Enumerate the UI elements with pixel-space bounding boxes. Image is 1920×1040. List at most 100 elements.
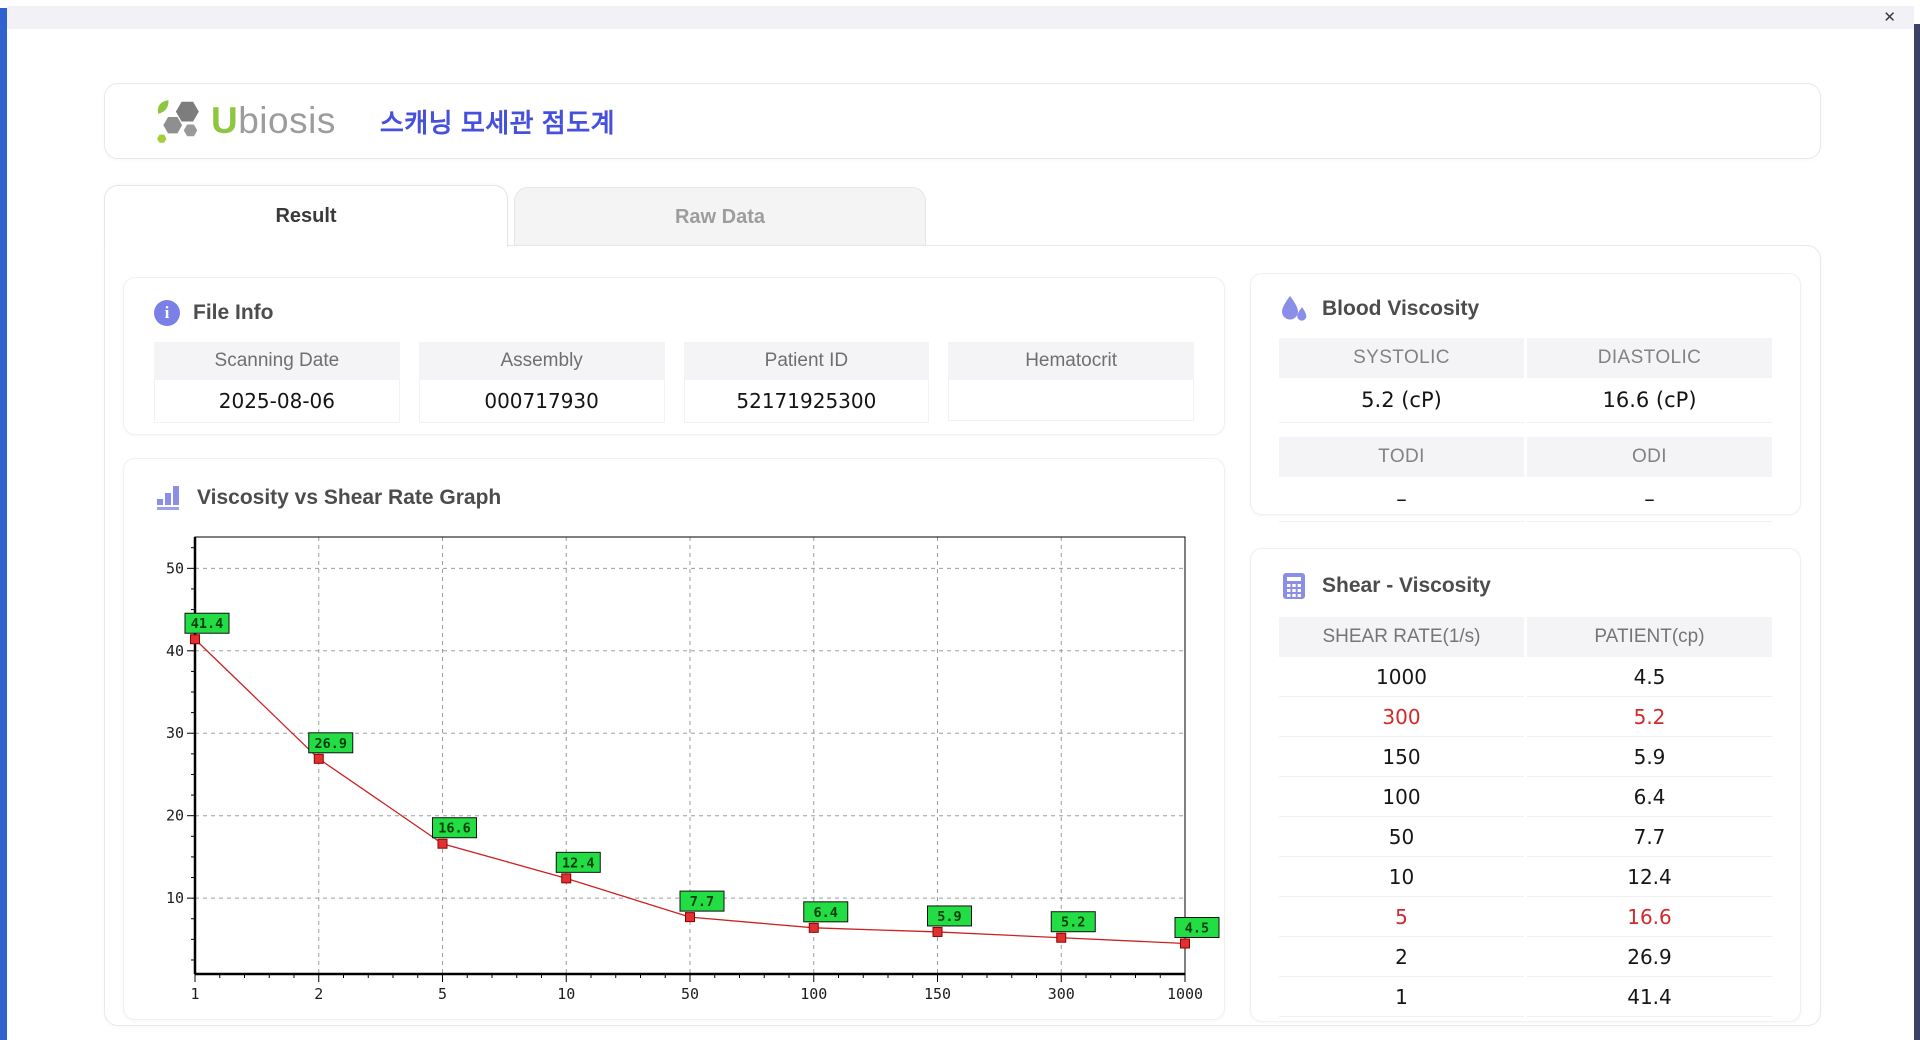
shear-table-row: 10 12.4 [1279, 857, 1772, 897]
svg-text:30: 30 [166, 724, 184, 742]
file-info-field: Assembly 000717930 [418, 342, 665, 423]
bv-metric-label: DIASTOLIC [1527, 338, 1772, 378]
tab-result[interactable]: Result [104, 185, 508, 247]
droplets-icon [1282, 296, 1307, 321]
blood-viscosity-group: TODI ODI – – [1279, 437, 1772, 522]
shear-rate-cell: 10 [1279, 857, 1524, 897]
ubiosis-logo-icon [157, 100, 199, 143]
patient-viscosity-cell: 4.5 [1527, 657, 1772, 697]
shear-rate-cell: 100 [1279, 777, 1524, 817]
shear-rate-cell: 5 [1279, 897, 1524, 937]
file-info-card: i File Info Scanning Date 2025-08-06 Ass… [123, 277, 1225, 435]
bv-metric-label: ODI [1527, 437, 1772, 477]
blood-viscosity-title: Blood Viscosity [1322, 297, 1480, 320]
shear-table-row: 300 5.2 [1279, 697, 1772, 737]
shear-viscosity-title: Shear - Viscosity [1322, 574, 1491, 597]
shear-table-header: SHEAR RATE(1/s) PATIENT(cp) [1279, 617, 1772, 657]
svg-text:40: 40 [166, 642, 184, 660]
svg-text:1000: 1000 [1167, 985, 1203, 1003]
field-label: Hematocrit [948, 342, 1194, 380]
shear-table-row: 100 6.4 [1279, 777, 1772, 817]
shear-rate-cell: 150 [1279, 737, 1524, 777]
svg-text:1: 1 [190, 985, 199, 1003]
ubiosis-logo: Ubiosis [155, 97, 336, 145]
close-icon[interactable]: ✕ [1883, 8, 1896, 27]
svg-text:16.6: 16.6 [438, 821, 471, 837]
svg-text:150: 150 [924, 985, 951, 1003]
patient-viscosity-cell: 5.9 [1527, 737, 1772, 777]
graph-title: Viscosity vs Shear Rate Graph [197, 486, 502, 509]
file-info-field: Hematocrit [948, 342, 1194, 423]
bv-metric-label: SYSTOLIC [1279, 338, 1524, 378]
svg-text:6.4: 6.4 [814, 905, 838, 921]
svg-text:5: 5 [438, 985, 447, 1003]
shear-rate-cell: 1000 [1279, 657, 1524, 697]
shear-rate-column-header: SHEAR RATE(1/s) [1279, 617, 1524, 657]
shear-table-body: 1000 4.5 300 5.2 150 5.9 100 6.4 50 7.7 … [1279, 657, 1772, 1017]
shear-table-row: 2 26.9 [1279, 937, 1772, 977]
page-title: 스캐닝 모세관 점도계 [379, 107, 616, 138]
bv-metric-value: – [1279, 477, 1524, 522]
bar-chart-icon [157, 486, 179, 510]
viscosity-chart: 10 20 30 40 50 1 2 5 10 50 100 150 300 1000 41.4 26.9 16… [166, 536, 1220, 1003]
field-value: 52171925300 [683, 380, 930, 423]
patient-viscosity-cell: 26.9 [1527, 937, 1772, 977]
shear-table-row: 150 5.9 [1279, 737, 1772, 777]
svg-text:12.4: 12.4 [562, 855, 595, 871]
field-label: Scanning Date [154, 342, 400, 380]
result-panel: i File Info Scanning Date 2025-08-06 Ass… [104, 245, 1821, 1026]
patient-viscosity-cell: 12.4 [1527, 857, 1772, 897]
field-label: Patient ID [683, 342, 930, 380]
svg-text:20: 20 [166, 807, 184, 825]
blood-viscosity-groups: SYSTOLIC DIASTOLIC 5.2 (cP) 16.6 (cP) TO… [1279, 338, 1772, 522]
svg-text:7.7: 7.7 [690, 894, 714, 910]
header-card: Ubiosis 스캐닝 모세관 점도계 [104, 83, 1821, 159]
svg-text:41.4: 41.4 [191, 616, 224, 632]
window-right-edge-bar [1914, 24, 1920, 1040]
app-window: ✕ Ubiosis 스캐닝 모세관 점도계 Result Raw Data i … [0, 0, 1920, 1040]
calculator-icon [1283, 573, 1305, 599]
patient-viscosity-cell: 6.4 [1527, 777, 1772, 817]
window-left-accent-bar [0, 8, 7, 1040]
shear-table-row: 1000 4.5 [1279, 657, 1772, 697]
blood-viscosity-title-row: Blood Viscosity [1279, 294, 1772, 324]
svg-text:50: 50 [681, 985, 699, 1003]
patient-column-header: PATIENT(cp) [1527, 617, 1772, 657]
shear-rate-cell: 300 [1279, 697, 1524, 737]
svg-text:5.9: 5.9 [937, 909, 961, 925]
svg-text:10: 10 [166, 889, 184, 907]
svg-text:5.2: 5.2 [1061, 915, 1085, 931]
info-icon: i [154, 300, 180, 326]
svg-text:26.9: 26.9 [314, 736, 347, 752]
blood-viscosity-card: Blood Viscosity SYSTOLIC DIASTOLIC 5.2 (… [1250, 273, 1801, 522]
tab-raw-data[interactable]: Raw Data [514, 187, 926, 247]
shear-rate-cell: 1 [1279, 977, 1524, 1017]
shear-rate-cell: 50 [1279, 817, 1524, 857]
file-info-title-row: i File Info [124, 278, 1224, 342]
field-value [948, 380, 1194, 421]
svg-text:100: 100 [800, 985, 827, 1003]
svg-text:10: 10 [557, 985, 575, 1003]
shear-rate-cell: 2 [1279, 937, 1524, 977]
window-titlebar: ✕ [7, 6, 1914, 29]
shear-table-row: 50 7.7 [1279, 817, 1772, 857]
bv-metric-value: 16.6 (cP) [1527, 378, 1772, 423]
svg-text:300: 300 [1048, 985, 1075, 1003]
bv-metric-value: – [1527, 477, 1772, 522]
logo-text: Ubiosis [211, 100, 336, 142]
field-value: 2025-08-06 [154, 380, 400, 423]
file-info-field: Patient ID 52171925300 [683, 342, 930, 423]
file-info-field: Scanning Date 2025-08-06 [154, 342, 400, 423]
field-value: 000717930 [418, 380, 665, 423]
svg-text:50: 50 [166, 559, 184, 577]
logo-letter-u: U [211, 100, 239, 141]
patient-viscosity-cell: 41.4 [1527, 977, 1772, 1017]
patient-viscosity-cell: 16.6 [1527, 897, 1772, 937]
bv-metric-value: 5.2 (cP) [1279, 378, 1524, 423]
patient-viscosity-cell: 5.2 [1527, 697, 1772, 737]
bv-metric-label: TODI [1279, 437, 1524, 477]
file-info-fields: Scanning Date 2025-08-06 Assembly 000717… [124, 342, 1224, 423]
graph-title-row: Viscosity vs Shear Rate Graph [124, 459, 1224, 513]
graph-card: Viscosity vs Shear Rate Graph 10 20 30 40 50… [123, 458, 1225, 1020]
shear-viscosity-title-row: Shear - Viscosity [1279, 571, 1772, 601]
